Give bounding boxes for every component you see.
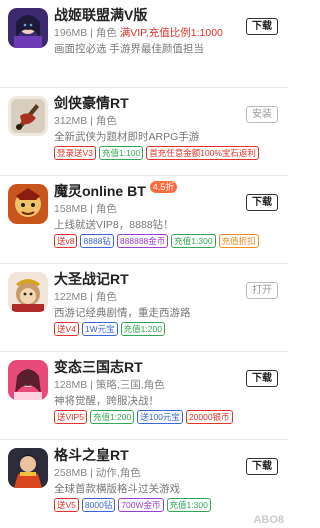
- app-name: 魔灵online BT 4.5折: [54, 181, 178, 201]
- app-name: 格斗之皇RT: [54, 447, 129, 463]
- app-size-category: 196MB | 角色: [54, 27, 117, 39]
- tag: 8000钻: [81, 498, 116, 512]
- watermark: ABO8: [253, 514, 284, 526]
- tag: 送100元宝: [137, 410, 183, 424]
- list-item[interactable]: 剑侠豪情RT 312MB | 角色 全新武侠为题材即时ARPG手游 登录送V3 充…: [0, 88, 288, 176]
- fighter-icon[interactable]: [8, 448, 48, 488]
- app-name: 变态三国志RT: [54, 359, 143, 375]
- download-button[interactable]: 下载: [246, 194, 278, 211]
- download-button[interactable]: 下载: [246, 18, 278, 35]
- monkey-king-icon[interactable]: [8, 272, 48, 312]
- app-description: 全新武侠为题材即时ARPG手游: [54, 131, 200, 143]
- app-description: 上线就送VIP8，8888钻！: [54, 219, 174, 231]
- tag: 充值折扣: [218, 234, 259, 248]
- list-item[interactable]: 魔灵online BT 4.5折 158MB | 角色 上线就送VIP8，8888…: [0, 176, 288, 264]
- tag: 20000银币: [185, 410, 233, 424]
- app-name: 战姬联盟满V版: [54, 7, 148, 23]
- tag: 888888金币: [116, 234, 169, 248]
- tag: 8888钻: [80, 234, 114, 248]
- tag: 充值1:300: [171, 234, 216, 248]
- download-button[interactable]: 下载: [246, 370, 278, 387]
- app-size-category: 128MB | 策略,三国,角色: [54, 379, 165, 391]
- tag: 送VIP5: [54, 410, 87, 424]
- tag-list: 送V5 8000钻 700W金币 充值1:300: [54, 498, 214, 512]
- list-item[interactable]: 格斗之皇RT 258MB | 动作,角色 全球首款横版格斗过关游戏 送V5 800…: [0, 440, 288, 528]
- warrior-mask-icon[interactable]: [8, 184, 48, 224]
- tag: 送v8: [54, 234, 78, 248]
- tag-list: 送VIP5 充值1:200 送100元宝 20000银币: [54, 410, 236, 424]
- tag: 1W元宝: [81, 322, 118, 336]
- app-description: 全球首款横版格斗过关游戏: [54, 483, 180, 495]
- list-item[interactable]: 战姬联盟满V版 196MB | 角色 满VIP,充值比例1:1000 画面控必选…: [0, 0, 288, 88]
- app-size-category: 122MB | 角色: [54, 291, 117, 303]
- anime-girl-icon[interactable]: [8, 8, 48, 48]
- app-name: 大圣战记RT: [54, 271, 129, 287]
- tag: 首充任意金额100%宝石返利: [146, 146, 259, 160]
- tag-list: 登录送V3 充值1:100 首充任意金额100%宝石返利: [54, 146, 262, 160]
- app-size-category: 258MB | 动作,角色: [54, 467, 141, 479]
- app-meta: 196MB | 角色 满VIP,充值比例1:1000: [54, 25, 223, 40]
- app-size-category: 312MB | 角色: [54, 115, 117, 127]
- app-name: 剑侠豪情RT: [54, 95, 129, 111]
- tag: 700W金币: [118, 498, 164, 512]
- app-size-category: 158MB | 角色: [54, 203, 117, 215]
- app-name-text: 魔灵online BT: [54, 183, 146, 199]
- install-button[interactable]: 安装: [246, 106, 278, 123]
- download-button[interactable]: 下载: [246, 458, 278, 475]
- tag-list: 送V4 1W元宝 充值1:200: [54, 322, 168, 336]
- app-description: 西游记经典剧情，重走西游路: [54, 307, 191, 319]
- promo-text: 满VIP,充值比例1:1000: [119, 27, 223, 39]
- tag: 充值1:200: [120, 322, 165, 336]
- tag: 登录送V3: [54, 146, 96, 160]
- tag: 送V4: [54, 322, 79, 336]
- app-description: 画面控必选 手游界最佳颜值担当: [54, 43, 204, 55]
- sword-logo-icon[interactable]: [8, 96, 48, 136]
- list-item[interactable]: 变态三国志RT 128MB | 策略,三国,角色 神将觉醒，跨服决战！ 送VIP…: [0, 352, 288, 440]
- three-kingdoms-girl-icon[interactable]: [8, 360, 48, 400]
- discount-badge: 4.5折: [149, 181, 178, 193]
- tag-list: 送v8 8888钻 888888金币 充值1:300 充值折扣: [54, 234, 262, 248]
- tag: 充值1:100: [98, 146, 144, 160]
- open-button[interactable]: 打开: [246, 282, 278, 299]
- list-item[interactable]: 大圣战记RT 122MB | 角色 西游记经典剧情，重走西游路 送V4 1W元宝充…: [0, 264, 288, 352]
- tag: 充值1:200: [89, 410, 135, 424]
- app-description: 神将觉醒，跨服决战！: [54, 395, 159, 407]
- game-list: 战姬联盟满V版 196MB | 角色 满VIP,充值比例1:1000 画面控必选…: [0, 0, 288, 528]
- tag: 充值1:300: [166, 498, 211, 512]
- tag: 送V5: [54, 498, 79, 512]
